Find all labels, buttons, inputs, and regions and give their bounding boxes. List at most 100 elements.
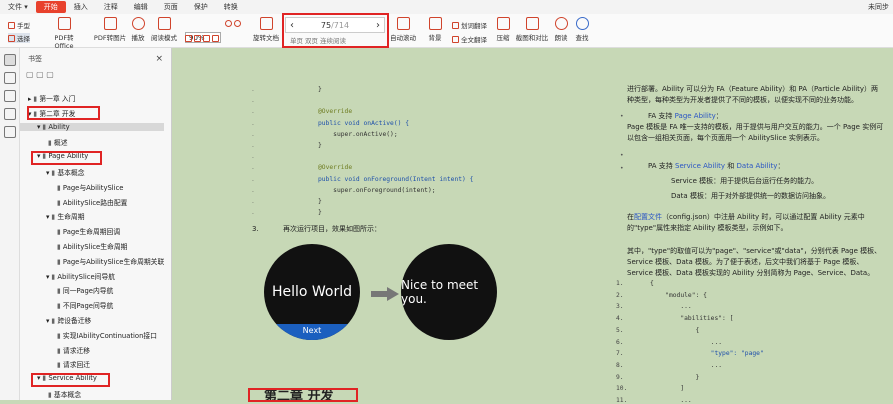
rotate-document-button[interactable]: 旋转文档 bbox=[252, 17, 280, 42]
bookmark-item[interactable]: ▮ Page生命周期回调 bbox=[20, 226, 120, 236]
bookmark-item[interactable]: ▾ ▮ 基本概念 bbox=[20, 167, 85, 177]
expand-arrow-icon[interactable]: ▾ bbox=[46, 273, 49, 281]
actual-size-icon bbox=[203, 35, 210, 42]
bookmark-item[interactable]: ▮ AbilitySlice路由配置 bbox=[20, 197, 127, 207]
data-ability-link[interactable]: Data Ability bbox=[737, 162, 778, 170]
rotate-icon bbox=[259, 17, 273, 30]
fit-buttons[interactable] bbox=[185, 35, 219, 42]
code-line: public void onForeground(Intent intent) … bbox=[318, 175, 474, 183]
pdf-to-image-button[interactable]: PDF转图片 bbox=[93, 17, 127, 42]
bookmark-item[interactable]: ▮ 请求迁移 bbox=[20, 345, 90, 355]
code-line: } bbox=[318, 142, 322, 149]
menu-start[interactable]: 开始 bbox=[35, 1, 66, 13]
line-number: 6. bbox=[616, 338, 624, 346]
menu-file[interactable]: 文件 ▾ bbox=[0, 2, 36, 12]
service-template: Service 模板：用于提供后台运行任务的能力。 bbox=[671, 177, 819, 185]
pa-post: ： bbox=[777, 162, 785, 170]
json-line: "type": "page" bbox=[650, 350, 764, 358]
menu-insert[interactable]: 插入 bbox=[66, 2, 96, 12]
highlight-box-chapter2 bbox=[27, 106, 100, 120]
json-line: } bbox=[650, 373, 700, 381]
bullet: • bbox=[620, 165, 624, 172]
full-translate-button[interactable]: 全文翻译 bbox=[452, 34, 487, 44]
code-line: } bbox=[318, 209, 322, 217]
bookmark-label: 基本概念 bbox=[57, 169, 85, 177]
search-button[interactable]: 查找 bbox=[573, 17, 591, 42]
bookmark-item[interactable]: ▾ ▮ Ability bbox=[20, 122, 164, 131]
expand-arrow-icon[interactable]: ▸ bbox=[28, 95, 31, 103]
screenshot-compare-button[interactable]: 截图和对比 bbox=[515, 17, 549, 42]
play-button[interactable]: 播放 bbox=[130, 17, 146, 42]
hand-tool-button[interactable]: 手型 bbox=[8, 20, 30, 30]
service-ability-link[interactable]: Service Ability bbox=[675, 162, 725, 170]
background-button[interactable]: 背景 bbox=[425, 17, 445, 42]
bookmark-item[interactable]: ▾ ▮ 生命周期 bbox=[20, 211, 85, 221]
line-number: 8. bbox=[616, 361, 624, 369]
bookmark-label: 请求回迁 bbox=[62, 361, 91, 370]
annotation-icon[interactable] bbox=[3, 90, 16, 102]
bookmark-item[interactable]: ▮ 不同Page间导航 bbox=[20, 300, 113, 310]
bookmarks-panel: 书签 × ▢ ▢ ▢ ▸ ▮ 第一章 入门 ▾ ▮ 第二章 开发 ▾ ▮ Ability ▮ … bbox=[20, 48, 188, 400]
bookmark-label: Page生命周期回调 bbox=[62, 228, 121, 237]
select-tool-button[interactable]: 选择 bbox=[8, 33, 30, 43]
bookmark-item[interactable]: ▮ 概述 bbox=[20, 137, 68, 147]
bookmarks-title: 书签 bbox=[28, 55, 42, 63]
thumbnail-icon[interactable] bbox=[3, 72, 16, 84]
expand-arrow-icon[interactable]: ▾ bbox=[46, 317, 49, 325]
bookmark-item[interactable]: ▮ Page与AbilitySlice bbox=[20, 182, 123, 192]
auto-scroll-icon bbox=[396, 17, 410, 30]
menu-page[interactable]: 页面 bbox=[156, 2, 186, 12]
compress-button[interactable]: 压缩 bbox=[494, 17, 512, 42]
menu-protect[interactable]: 保护 bbox=[186, 2, 216, 12]
p3-post: （config.json）中注册 Ability 时，可以通过配置 Abilit… bbox=[627, 213, 865, 232]
bookmark-item[interactable]: ▾ ▮ 跨设备迁移 bbox=[20, 315, 91, 325]
read-aloud-button[interactable]: 朗读 bbox=[552, 17, 570, 42]
fa-post: ： bbox=[715, 112, 723, 120]
step-text: 再次运行项目，效果如图所示： bbox=[283, 225, 381, 233]
bookmark-item[interactable]: ▾ ▮ AbilitySlice间导航 bbox=[20, 271, 115, 281]
bookmark-tools: ▢ ▢ ▢ bbox=[26, 70, 54, 79]
paragraph-page: Page 模板是 FA 唯一支持的模板，用于提供与用户交互的能力。一个 Page… bbox=[627, 123, 884, 142]
hello-world-text: Hello World bbox=[271, 284, 353, 300]
data-template: Data 模板：用于对外部提供统一的数据访问抽象。 bbox=[671, 192, 830, 200]
bookmark-label: Ability bbox=[48, 122, 70, 131]
line-number: 2. bbox=[616, 291, 624, 299]
bookmark-item[interactable]: ▮ AbilitySlice生命周期 bbox=[20, 241, 127, 251]
menu-edit[interactable]: 编辑 bbox=[126, 2, 156, 12]
highlight-box-service-ability bbox=[31, 373, 110, 387]
bookmark-icon[interactable] bbox=[3, 54, 16, 66]
bookmark-item[interactable]: ▮ Page与AbilitySlice生命周期关联 bbox=[20, 256, 164, 266]
menu-convert[interactable]: 转换 bbox=[216, 2, 246, 12]
page-ability-link[interactable]: Page Ability bbox=[675, 112, 716, 120]
line-number: 1. bbox=[616, 280, 624, 287]
auto-scroll-button[interactable]: 自动滚动 bbox=[388, 17, 418, 42]
config-file-link[interactable]: 配置文件 bbox=[634, 213, 662, 221]
bookmark-item[interactable]: ▮ 实现IAbilityContinuation接口 bbox=[20, 330, 157, 340]
layers-icon[interactable] bbox=[3, 126, 16, 138]
fit-width-icon bbox=[185, 35, 192, 42]
expand-arrow-icon[interactable]: ▾ bbox=[46, 213, 49, 221]
paragraph-intro: 进行部署。Ability 可以分为 FA（Feature Ability）和 P… bbox=[627, 85, 879, 104]
sync-status[interactable]: 未同步 bbox=[860, 2, 893, 12]
menu-bar: 文件 ▾ 开始 插入 注释 编辑 页面 保护 转换 未同步 bbox=[0, 0, 893, 14]
zoom-buttons[interactable] bbox=[225, 20, 241, 27]
json-line: ... bbox=[650, 303, 692, 311]
read-mode-button[interactable]: 阅读模式 bbox=[150, 17, 178, 42]
bookmark-item[interactable]: ▮ 请求回迁 bbox=[20, 359, 90, 369]
line-bullet: . bbox=[252, 164, 254, 172]
paragraph-type: 其中，"type"的取值可以为"page"、"service"或"data"，分… bbox=[627, 247, 882, 277]
translate-icon bbox=[452, 21, 459, 29]
attachment-icon[interactable] bbox=[3, 108, 16, 120]
close-icon[interactable]: × bbox=[155, 48, 163, 70]
bookmark-item[interactable]: ▮ 基本概念 bbox=[20, 389, 81, 399]
expand-arrow-icon[interactable]: ▾ bbox=[46, 169, 49, 177]
pdf-to-office-button[interactable]: PDF转Office bbox=[45, 17, 83, 50]
json-line: "module": { bbox=[650, 291, 707, 299]
word-translate-button[interactable]: 划词翻译 bbox=[452, 20, 487, 30]
book-icon bbox=[157, 17, 171, 30]
nice-to-meet-text: Nice to meet you. bbox=[401, 278, 479, 306]
expand-arrow-icon[interactable]: ▾ bbox=[37, 123, 40, 131]
menu-annotate[interactable]: 注释 bbox=[96, 2, 126, 12]
bookmark-item[interactable]: ▮ 同一Page内导航 bbox=[20, 285, 113, 295]
bookmark-item[interactable]: ▸ ▮ 第一章 入门 bbox=[20, 93, 75, 103]
